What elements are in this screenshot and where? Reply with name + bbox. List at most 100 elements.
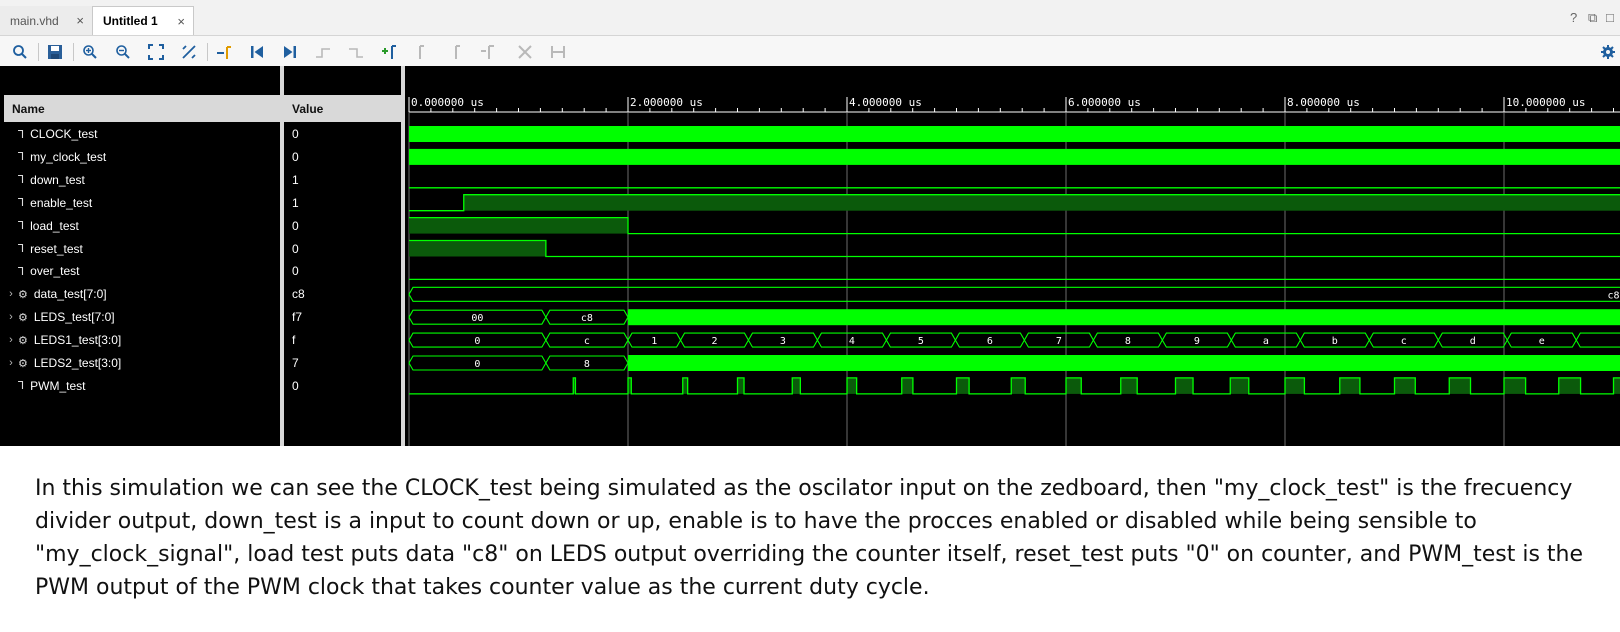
pwm-test-high (1339, 377, 1360, 394)
signal-name: CLOCK_test (30, 127, 98, 141)
signal-value: 0 (292, 241, 299, 256)
help-icon[interactable]: ? (1570, 10, 1577, 25)
pwm-test-high (847, 377, 857, 394)
signal-name: down_test (30, 172, 85, 187)
pwm-test-high (1613, 377, 1620, 394)
previous-transition-icon[interactable] (313, 42, 333, 62)
leds1-test-bus-label: 6 (987, 336, 993, 347)
tab-main-vhd[interactable]: main.vhd × (0, 6, 92, 35)
signal-value: f7 (292, 310, 303, 325)
signal-name: data_test[7:0] (33, 287, 107, 302)
pwm-test-high (1230, 377, 1249, 394)
column-header-value[interactable]: Value (284, 95, 401, 122)
pwm-test-high (956, 377, 970, 394)
waveform-toolbar (0, 36, 1620, 67)
signal-row-load-test[interactable]: ⅂ load_test (4, 215, 280, 237)
signal-name: load_test (30, 218, 79, 233)
signal-name: enable_test (30, 195, 93, 210)
tab-label: main.vhd (10, 13, 59, 28)
signal-name: PWM_test (30, 378, 86, 393)
snap-icon[interactable] (548, 42, 568, 62)
leds2-test-bus-label: 0 (474, 359, 480, 370)
zoom-in-icon[interactable] (80, 42, 100, 62)
previous-marker-icon[interactable] (412, 42, 432, 62)
close-icon[interactable]: × (76, 13, 84, 28)
signal-value: 0 (292, 149, 299, 164)
leds-test-bus-label: c8 (581, 313, 593, 324)
leds1-test-bus-label: 1 (651, 336, 657, 347)
signal-icon: ⅂ (18, 128, 25, 141)
signal-row-data-test-7-0[interactable]: › ⚙ data_test[7:0] (4, 283, 280, 305)
leds-test-dense (628, 309, 1620, 326)
signal-row-leds-test-7-0[interactable]: › ⚙ LEDS_test[7:0] (4, 306, 280, 328)
data-test-bus-label: c8 (1607, 290, 1619, 301)
bus-icon: ⚙ (18, 311, 28, 324)
expand-icon[interactable]: › (4, 357, 18, 369)
signal-icon: ⅂ (18, 197, 25, 210)
gear-icon[interactable] (1598, 42, 1618, 62)
leds1-test-bus-label: b (1332, 336, 1338, 347)
reset-test-high (409, 240, 546, 257)
signal-row-leds1-test-3-0[interactable]: › ⚙ LEDS1_test[3:0] (4, 329, 280, 351)
zoom-out-icon[interactable] (113, 42, 133, 62)
next-marker-icon[interactable] (445, 42, 465, 62)
cursor-to-zero-icon[interactable] (214, 42, 234, 62)
signal-value: c8 (292, 287, 305, 302)
signal-value: 0 (292, 127, 299, 141)
signal-row-enable-test[interactable]: ⅂ enable_test (4, 192, 280, 214)
expand-icon[interactable]: › (4, 288, 18, 300)
bus-icon: ⚙ (18, 357, 28, 370)
down-test-trace (409, 171, 1620, 189)
auto-fit-icon[interactable] (179, 42, 199, 62)
leds1-test-bus-label: e (1539, 336, 1545, 347)
add-marker-icon[interactable] (379, 42, 399, 62)
signal-row-clock-test[interactable]: ⅂ CLOCK_test (4, 123, 280, 145)
go-to-end-icon[interactable] (280, 42, 300, 62)
my-clock-test-wave (409, 148, 1620, 165)
delete-icon[interactable] (515, 42, 535, 62)
signal-row-leds2-test-3-0[interactable]: › ⚙ LEDS2_test[3:0] (4, 352, 280, 374)
swap-cursors-icon[interactable] (478, 42, 498, 62)
signal-icon: ⅂ (18, 243, 25, 255)
pwm-test-high (1066, 377, 1082, 394)
column-header-name[interactable]: Name (4, 95, 280, 122)
pwm-test-high (792, 377, 801, 394)
bus-icon: ⚙ (18, 288, 28, 301)
signal-name: LEDS_test[7:0] (33, 310, 115, 325)
signal-icon: ⅂ (18, 151, 25, 164)
reset-test-trace (409, 239, 1620, 258)
data-test-bus (408, 286, 1620, 302)
pwm-test-high (901, 377, 913, 394)
bus-icon: ⚙ (18, 334, 28, 347)
restore-icon[interactable]: ⧉ (1588, 10, 1597, 26)
leds1-test-bus-label: a (1263, 336, 1269, 347)
signal-row-over-test[interactable]: ⅂ over_test (4, 260, 280, 282)
search-icon[interactable] (10, 42, 30, 62)
close-icon[interactable]: × (177, 14, 185, 29)
name-value-divider[interactable] (280, 66, 284, 446)
signal-row-my-clock-test[interactable]: ⅂ my_clock_test (4, 146, 280, 168)
pwm-test-high (1011, 377, 1026, 394)
description-text: In this simulation we can see the CLOCK_… (35, 476, 1584, 600)
waveform-overlay: c800c80c123456789abcdefedcba9876543210f0… (408, 126, 1620, 395)
signal-row-reset-test[interactable]: ⅂ reset_test (4, 238, 280, 260)
signal-row-pwm-test[interactable]: ⅂ PWM_test (4, 375, 280, 397)
next-transition-icon[interactable] (346, 42, 366, 62)
pwm-test-high (1558, 377, 1581, 394)
leds1-test-bus-label: c (584, 336, 590, 347)
expand-icon[interactable]: › (4, 334, 18, 346)
pwm-test-high (1504, 377, 1526, 394)
maximize-icon[interactable]: □ (1606, 10, 1614, 25)
signal-row-down-test[interactable]: ⅂ down_test (4, 169, 280, 191)
over-test-trace (409, 278, 1620, 281)
save-icon[interactable] (45, 42, 65, 62)
leds1-test-bus-label: d (1470, 336, 1476, 347)
zoom-fit-icon[interactable] (146, 42, 166, 62)
tab-label: Untitled 1 (103, 14, 158, 28)
leds1-test-bus-label: c (1401, 336, 1407, 347)
tab-untitled-1[interactable]: Untitled 1 × (92, 6, 194, 35)
leds2-test-bus-label: 8 (584, 359, 590, 370)
expand-icon[interactable]: › (4, 311, 18, 323)
go-to-start-icon[interactable] (247, 42, 267, 62)
pwm-test-high (682, 377, 688, 394)
